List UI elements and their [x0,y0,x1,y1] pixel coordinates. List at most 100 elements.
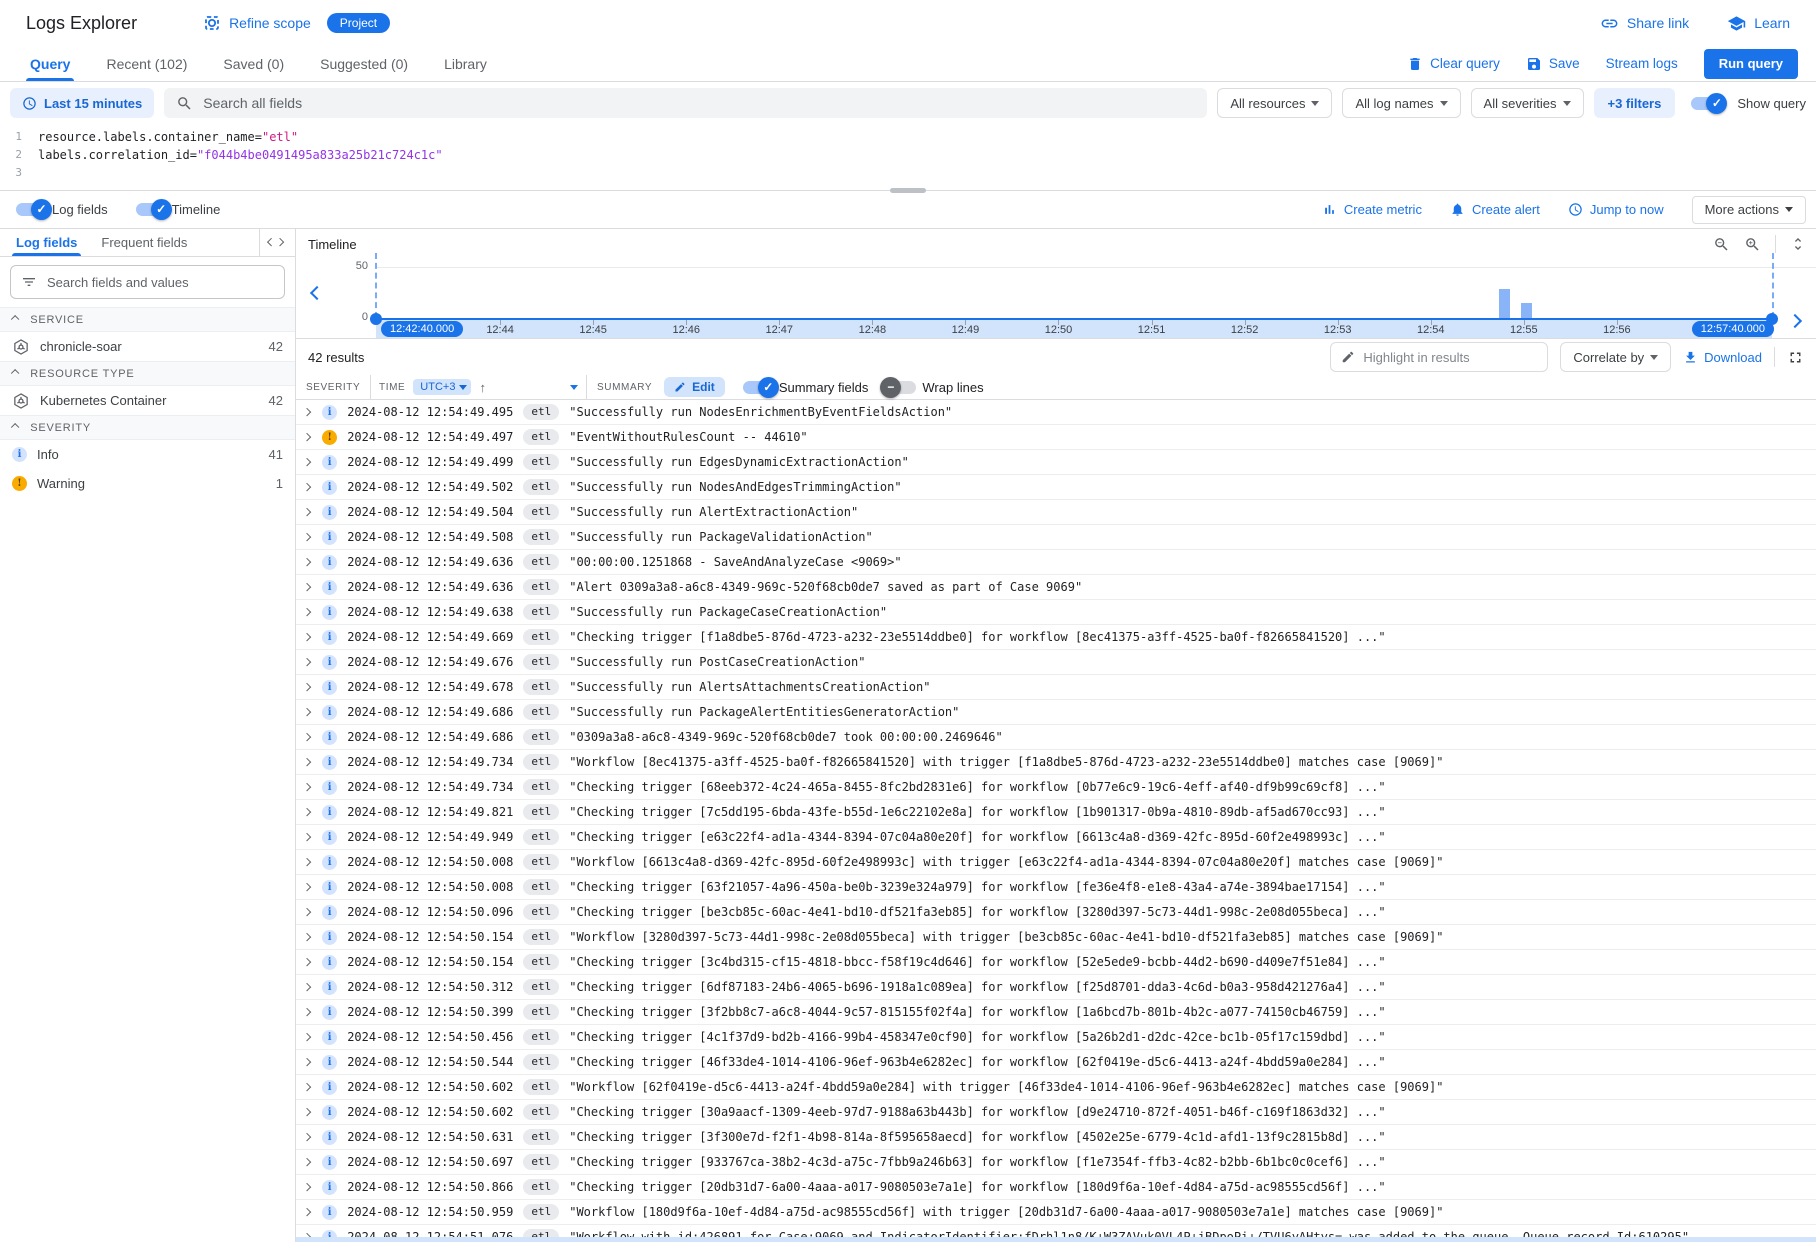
expand-row-icon[interactable] [303,733,312,742]
log-row[interactable]: i2024-08-12 12:54:50.312etl"Checking tri… [296,975,1816,1000]
expand-row-icon[interactable] [303,1108,312,1117]
expand-row-icon[interactable] [303,958,312,967]
sidebar-section-header[interactable]: RESOURCE TYPE [0,361,295,386]
log-row[interactable]: i2024-08-12 12:54:50.544etl"Checking tri… [296,1050,1816,1075]
log-row[interactable]: i2024-08-12 12:54:49.636etl"Alert 0309a3… [296,575,1816,600]
tab-recent[interactable]: Recent (102) [88,46,205,81]
log-row[interactable]: i2024-08-12 12:54:50.154etl"Checking tri… [296,950,1816,975]
sidebar-item-chronicle-soar[interactable]: chronicle-soar42 [0,332,295,361]
expand-row-icon[interactable] [303,933,312,942]
log-row[interactable]: i2024-08-12 12:54:49.686etl"0309a3a8-a6c… [296,725,1816,750]
log-row[interactable]: i2024-08-12 12:54:49.676etl"Successfully… [296,650,1816,675]
expand-row-icon[interactable] [303,533,312,542]
timeline-next-button[interactable] [1790,313,1800,331]
log-row[interactable]: i2024-08-12 12:54:49.495etl"Successfully… [296,400,1816,425]
log-row[interactable]: i2024-08-12 12:54:49.638etl"Successfully… [296,600,1816,625]
expand-row-icon[interactable] [303,583,312,592]
search-fields-input[interactable]: Search fields and values [10,265,285,299]
log-row[interactable]: i2024-08-12 12:54:49.636etl"00:00:00.125… [296,550,1816,575]
wrap-lines-toggle[interactable] [886,381,916,394]
all-resources-dropdown[interactable]: All resources [1217,88,1332,118]
log-row[interactable]: i2024-08-12 12:54:49.508etl"Successfully… [296,525,1816,550]
sort-ascending-icon[interactable]: ↑ [479,380,486,395]
expand-row-icon[interactable] [303,1083,312,1092]
log-row[interactable]: i2024-08-12 12:54:50.008etl"Checking tri… [296,875,1816,900]
sidebar-tab-frequent-fields[interactable]: Frequent fields [89,229,199,256]
show-query-toggle[interactable] [1691,97,1721,110]
log-row[interactable]: i2024-08-12 12:54:50.096etl"Checking tri… [296,900,1816,925]
expand-row-icon[interactable] [303,858,312,867]
expand-row-icon[interactable] [303,808,312,817]
log-row[interactable]: i2024-08-12 12:54:50.866etl"Checking tri… [296,1175,1816,1200]
expand-row-icon[interactable] [303,683,312,692]
query-line[interactable]: 3 [0,164,1816,182]
stream-logs-button[interactable]: Stream logs [1606,56,1678,71]
log-row[interactable]: i2024-08-12 12:54:49.734etl"Checking tri… [296,775,1816,800]
expand-row-icon[interactable] [303,508,312,517]
download-button[interactable]: Download [1683,350,1762,365]
log-row[interactable]: i2024-08-12 12:54:49.504etl"Successfully… [296,500,1816,525]
expand-row-icon[interactable] [303,558,312,567]
log-row[interactable]: i2024-08-12 12:54:49.669etl"Checking tri… [296,625,1816,650]
range-start-handle[interactable] [370,313,382,325]
sidebar-item-kubernetes-container[interactable]: Kubernetes Container42 [0,386,295,415]
refine-scope-button[interactable]: Refine scope Project [203,13,390,33]
project-scope-badge[interactable]: Project [327,13,390,33]
sidebar-section-header[interactable]: SERVICE [0,307,295,332]
jump-to-now-button[interactable]: Jump to now [1568,202,1664,217]
expand-row-icon[interactable] [303,483,312,492]
log-row[interactable]: i2024-08-12 12:54:49.499etl"Successfully… [296,450,1816,475]
query-line[interactable]: 1resource.labels.container_name="etl" [0,128,1816,146]
highlight-in-results-input[interactable]: Highlight in results [1330,342,1548,372]
sidebar-section-header[interactable]: SEVERITY [0,415,295,440]
expand-row-icon[interactable] [303,883,312,892]
expand-row-icon[interactable] [303,758,312,767]
expand-row-icon[interactable] [303,1183,312,1192]
clear-query-button[interactable]: Clear query [1407,56,1500,72]
timeline-prev-button[interactable] [312,285,322,303]
log-fields-toggle[interactable] [16,203,46,216]
expand-row-icon[interactable] [303,458,312,467]
log-row[interactable]: i2024-08-12 12:54:49.734etl"Workflow [8e… [296,750,1816,775]
resize-handle[interactable] [890,188,926,193]
histogram-bar[interactable] [1521,303,1532,318]
expand-row-icon[interactable] [303,783,312,792]
query-editor[interactable]: 1resource.labels.container_name="etl"2la… [0,124,1816,191]
correlate-by-button[interactable]: Correlate by [1560,342,1671,372]
log-row[interactable]: !2024-08-12 12:54:49.497etl"EventWithout… [296,425,1816,450]
tab-saved[interactable]: Saved (0) [205,46,302,81]
expand-row-icon[interactable] [303,1158,312,1167]
expand-row-icon[interactable] [303,1133,312,1142]
expand-row-icon[interactable] [303,433,312,442]
log-row[interactable]: i2024-08-12 12:54:50.456etl"Checking tri… [296,1025,1816,1050]
tab-suggested[interactable]: Suggested (0) [302,46,426,81]
collapse-panel-icon[interactable] [259,229,291,256]
tab-library[interactable]: Library [426,46,505,81]
share-link-button[interactable]: Share link [1600,14,1689,33]
sidebar-item-info[interactable]: iInfo41 [0,440,295,469]
more-actions-button[interactable]: More actions [1692,196,1806,224]
time-options-icon[interactable] [570,385,578,390]
expand-row-icon[interactable] [303,408,312,417]
sidebar-tab-log-fields[interactable]: Log fields [4,229,89,256]
log-row[interactable]: i2024-08-12 12:54:50.631etl"Checking tri… [296,1125,1816,1150]
summary-fields-toggle[interactable] [743,381,773,394]
log-row[interactable]: i2024-08-12 12:54:50.602etl"Workflow [62… [296,1075,1816,1100]
log-row[interactable]: i2024-08-12 12:54:49.678etl"Successfully… [296,675,1816,700]
sidebar-item-warning[interactable]: !Warning1 [0,469,295,498]
log-row[interactable]: i2024-08-12 12:54:49.821etl"Checking tri… [296,800,1816,825]
more-filters-chip[interactable]: +3 filters [1594,88,1676,118]
histogram-bar[interactable] [1499,289,1510,318]
expand-row-icon[interactable] [303,1033,312,1042]
all-severities-dropdown[interactable]: All severities [1471,88,1584,118]
save-button[interactable]: Save [1526,56,1580,72]
learn-button[interactable]: Learn [1727,14,1790,33]
log-row[interactable]: i2024-08-12 12:54:49.502etl"Successfully… [296,475,1816,500]
search-all-fields-input[interactable]: Search all fields [164,88,1207,118]
expand-row-icon[interactable] [303,658,312,667]
time-axis-band[interactable]: 12:4412:4512:4612:4712:4812:4912:5012:51… [376,318,1772,338]
create-alert-button[interactable]: Create alert [1450,202,1540,217]
expand-row-icon[interactable] [303,983,312,992]
edit-summary-button[interactable]: Edit [664,377,725,397]
fullscreen-icon[interactable] [1787,349,1804,366]
